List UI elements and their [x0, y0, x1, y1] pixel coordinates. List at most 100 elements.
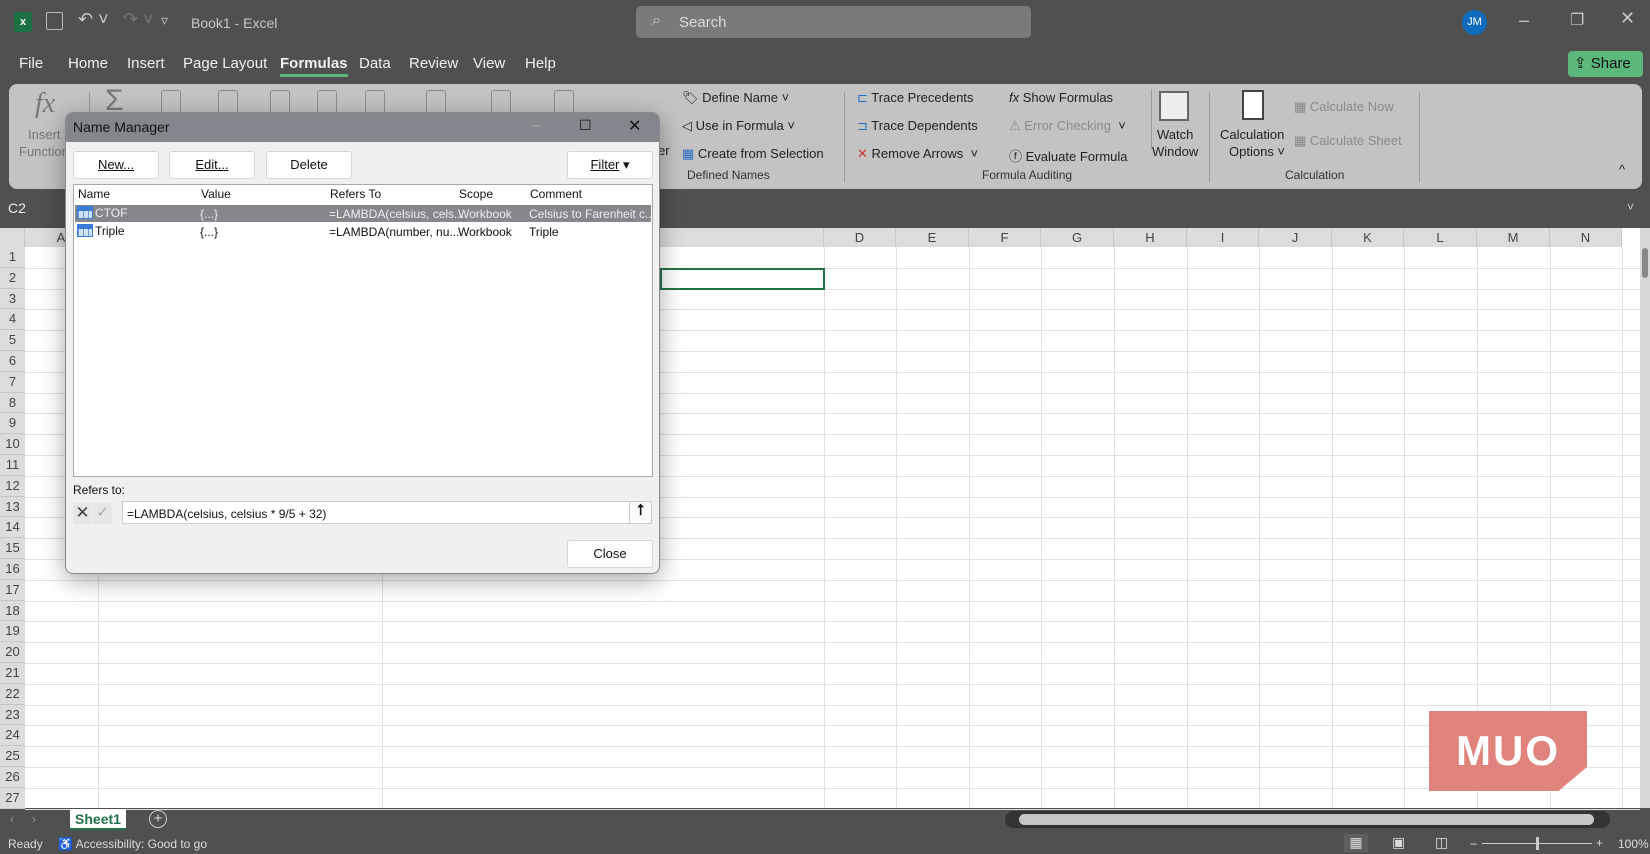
tab-file[interactable]: File [19, 55, 43, 72]
row-header-3[interactable]: 3 [0, 288, 25, 310]
column-header-comment[interactable]: Comment [530, 187, 582, 201]
selected-cell-c2[interactable] [660, 268, 825, 290]
zoom-level[interactable]: 100% [1618, 837, 1649, 851]
minimize-button[interactable]: – [1519, 10, 1529, 31]
row-header-13[interactable]: 13 [0, 496, 25, 518]
row-header-6[interactable]: 6 [0, 351, 25, 372]
tab-review[interactable]: Review [409, 55, 458, 72]
column-header-refers-to[interactable]: Refers To [330, 187, 381, 201]
column-header-f[interactable]: F [969, 228, 1041, 247]
evaluate-formula-button[interactable]: ⓕ Evaluate Formula [1009, 146, 1128, 165]
collapse-ribbon-button[interactable]: ^ [1619, 162, 1625, 177]
name-row-triple[interactable]: Triple {...} =LAMBDA(number, nu... Workb… [75, 223, 651, 240]
dialog-maximize-button[interactable]: ☐ [579, 117, 592, 134]
column-header-n[interactable]: N [1550, 228, 1622, 247]
delete-button[interactable]: Delete [266, 151, 352, 179]
normal-view-button[interactable]: ▦ [1344, 834, 1368, 852]
row-header-23[interactable]: 23 [0, 704, 25, 726]
close-button[interactable]: Close [567, 540, 653, 568]
row-header-20[interactable]: 20 [0, 642, 25, 663]
accessibility-status[interactable]: ♿ Accessibility: Good to go [58, 837, 207, 851]
sheet-nav-prev[interactable]: ‹ [10, 812, 14, 826]
calculation-options-label-1[interactable]: Calculation [1220, 127, 1284, 142]
share-button[interactable]: ⇪ Share ˅ [1568, 51, 1643, 98]
column-header-h[interactable]: H [1114, 228, 1187, 247]
column-header-k[interactable]: K [1332, 228, 1404, 247]
edit-button[interactable]: Edit... [169, 151, 255, 179]
search-box[interactable]: ⌕ Search [636, 6, 1031, 38]
collapse-dialog-button[interactable]: ⭡ [629, 501, 652, 524]
row-header-24[interactable]: 24 [0, 725, 25, 747]
calculation-options-label-2[interactable]: Options ˅ [1229, 144, 1285, 159]
select-all-corner[interactable] [0, 228, 25, 247]
name-row-ctof[interactable]: CTOF {...} =LAMBDA(celsius, cels... Work… [75, 205, 655, 222]
column-header-scope[interactable]: Scope [459, 187, 493, 201]
define-name-button[interactable]: 🏷 Define Name ˅ [682, 90, 789, 106]
column-header-m[interactable]: M [1477, 228, 1550, 247]
restore-button[interactable]: ❐ [1570, 10, 1584, 30]
new-button[interactable]: New... [73, 151, 159, 179]
row-header-4[interactable]: 4 [0, 309, 25, 331]
zoom-in-button[interactable]: + [1596, 836, 1603, 850]
row-header-7[interactable]: 7 [0, 371, 25, 393]
add-sheet-button[interactable]: + [149, 810, 167, 828]
row-header-12[interactable]: 12 [0, 475, 25, 497]
vertical-scrollbar[interactable] [1640, 228, 1650, 808]
cancel-edit-button[interactable]: ✕ [73, 503, 92, 524]
row-header-2[interactable]: 2 [0, 267, 25, 289]
zoom-slider[interactable] [1482, 837, 1592, 850]
save-icon[interactable] [46, 12, 63, 30]
row-header-10[interactable]: 10 [0, 434, 25, 455]
show-formulas-button[interactable]: fx Show Formulas [1009, 90, 1113, 105]
row-header-19[interactable]: 19 [0, 621, 25, 643]
row-header-21[interactable]: 21 [0, 663, 25, 684]
tab-view[interactable]: View [473, 55, 505, 72]
row-header-27[interactable]: 27 [0, 787, 25, 809]
trace-dependents-button[interactable]: ⊐ Trace Dependents [857, 118, 978, 134]
column-header-i[interactable]: I [1187, 228, 1259, 247]
close-window-button[interactable]: ✕ [1620, 8, 1635, 29]
column-header-g[interactable]: G [1041, 228, 1114, 247]
row-header-16[interactable]: 16 [0, 559, 25, 580]
refers-to-input[interactable]: =LAMBDA(celsius, celsius * 9/5 + 32) [122, 501, 630, 524]
page-layout-view-button[interactable]: ▣ [1392, 834, 1405, 851]
watch-window-label-1[interactable]: Watch [1157, 127, 1193, 142]
watch-window-icon[interactable] [1159, 91, 1189, 121]
tab-formulas[interactable]: Formulas [280, 55, 348, 77]
sheet-nav-next[interactable]: › [32, 812, 36, 826]
insert-function-label-1[interactable]: Insert [28, 127, 61, 142]
names-list[interactable]: Name Value Refers To Scope Comment CTOF … [73, 184, 655, 477]
column-header-e[interactable]: E [896, 228, 969, 247]
watch-window-label-2[interactable]: Window [1152, 144, 1198, 159]
column-header-name[interactable]: Name [78, 187, 110, 201]
column-header-d[interactable]: D [824, 228, 896, 247]
sheet-tab-sheet1[interactable]: Sheet1 [70, 809, 126, 830]
expand-formula-bar-icon[interactable]: ˅ [1627, 200, 1634, 214]
row-header-25[interactable]: 25 [0, 746, 25, 767]
tab-insert[interactable]: Insert [127, 55, 165, 72]
create-from-selection-button[interactable]: ▦ Create from Selection [682, 146, 824, 162]
remove-arrows-button[interactable]: ✕ Remove Arrows ˅ [857, 146, 978, 162]
row-header-8[interactable]: 8 [0, 392, 25, 414]
row-header-11[interactable]: 11 [0, 455, 25, 476]
customize-qat-icon[interactable]: ▿ [161, 12, 168, 29]
filter-button[interactable]: Filter ▾ [567, 151, 653, 179]
tab-help[interactable]: Help [525, 55, 556, 72]
page-break-view-button[interactable]: ◫ [1435, 834, 1448, 851]
confirm-edit-button[interactable]: ✓ [93, 503, 112, 524]
trace-precedents-button[interactable]: ⊏ Trace Precedents [857, 90, 973, 106]
row-header-17[interactable]: 17 [0, 579, 25, 601]
insert-function-icon[interactable]: fx [35, 88, 55, 120]
row-header-15[interactable]: 15 [0, 538, 25, 559]
horizontal-scrollbar[interactable] [1005, 811, 1610, 828]
calculation-options-icon[interactable] [1242, 90, 1264, 120]
row-header-14[interactable]: 14 [0, 517, 25, 539]
column-header-l[interactable]: L [1404, 228, 1477, 247]
row-header-22[interactable]: 22 [0, 683, 25, 705]
row-header-9[interactable]: 9 [0, 413, 25, 435]
avatar[interactable]: JM [1462, 10, 1487, 35]
row-header-18[interactable]: 18 [0, 600, 25, 622]
row-header-1[interactable]: 1 [0, 247, 25, 268]
tab-data[interactable]: Data [359, 55, 391, 72]
undo-icon[interactable]: ↶ ˅ [78, 9, 109, 30]
